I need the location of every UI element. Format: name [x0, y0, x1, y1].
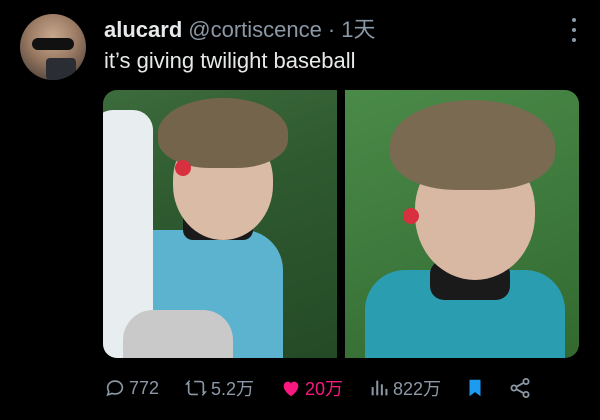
author-handle[interactable]: @cortiscence — [188, 17, 322, 43]
bookmark-icon — [469, 379, 481, 397]
photo-2-earpiece — [403, 208, 419, 224]
reply-button[interactable]: 772 — [104, 377, 184, 399]
photo-1-earpiece — [175, 160, 191, 176]
photo-2[interactable] — [345, 90, 579, 358]
reply-icon — [106, 380, 124, 397]
share-icon — [510, 378, 530, 398]
media-grid — [103, 90, 579, 358]
views-count: 822万 — [393, 379, 442, 399]
more-icon[interactable] — [570, 18, 578, 42]
photo-1-foreground — [123, 310, 233, 358]
views-button[interactable]: 822万 — [368, 375, 464, 401]
heart-icon — [283, 381, 299, 397]
retweet-count: 5.2万 — [211, 379, 255, 399]
separator-dot: · — [327, 17, 336, 42]
action-bar: 772 5.2万 20万 822万 — [104, 372, 574, 404]
tweet-time[interactable]: 1天 — [341, 12, 375, 44]
photo-1-hair — [158, 98, 288, 168]
tweet-header: alucard @cortiscence · 1天 — [104, 12, 560, 44]
photo-1[interactable] — [103, 90, 337, 358]
like-button[interactable]: 20万 — [280, 375, 368, 401]
retweet-button[interactable]: 5.2万 — [184, 375, 280, 401]
avatar-phone — [46, 58, 76, 80]
share-button[interactable] — [508, 376, 548, 400]
retweet-icon — [185, 380, 207, 396]
avatar[interactable] — [20, 14, 86, 80]
reply-count: 772 — [129, 377, 160, 398]
like-count: 20万 — [305, 379, 344, 399]
avatar-sunglasses — [32, 38, 74, 50]
bookmark-button[interactable] — [464, 376, 508, 400]
tweet-text: it’s giving twilight baseball — [104, 48, 356, 73]
author-name[interactable]: alucard — [104, 17, 182, 43]
views-icon — [371, 380, 388, 396]
photo-2-hair — [390, 100, 555, 190]
